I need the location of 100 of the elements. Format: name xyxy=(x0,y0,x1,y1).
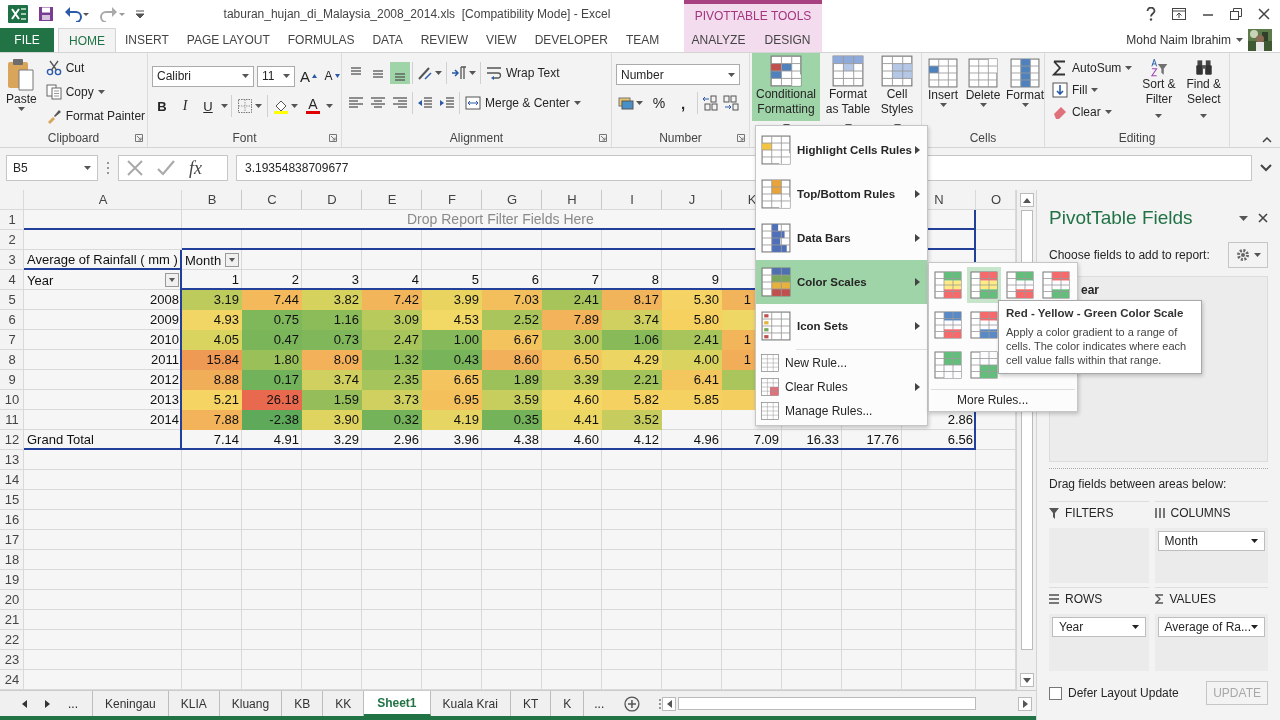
menu-item[interactable]: Clear Rules xyxy=(756,375,927,399)
column-header[interactable]: C xyxy=(242,190,302,210)
checkbox[interactable] xyxy=(1049,686,1062,700)
underline-button[interactable]: U xyxy=(198,95,218,117)
cancel-icon[interactable] xyxy=(127,160,143,176)
column-header[interactable]: O xyxy=(976,190,1016,210)
row-header[interactable]: 16 xyxy=(0,510,24,530)
decrease-decimal-icon[interactable] xyxy=(723,95,740,111)
field-dropdown[interactable]: Month xyxy=(1157,531,1265,551)
decrease-font-size-button[interactable]: A xyxy=(322,65,342,87)
align-right-icon[interactable] xyxy=(392,95,408,111)
row-header[interactable]: 2 xyxy=(0,230,24,250)
color-scale-option[interactable] xyxy=(967,267,1001,303)
field-drop-area[interactable]: Year xyxy=(1049,614,1149,671)
field-drop-area[interactable]: Average of Ra... xyxy=(1154,614,1268,671)
dialog-launcher-icon[interactable] xyxy=(329,134,337,142)
row-header[interactable]: 13 xyxy=(0,450,24,470)
row-header[interactable]: 9 xyxy=(0,370,24,390)
row-header[interactable]: 6 xyxy=(0,310,24,330)
user-name[interactable]: Mohd Naim Ibrahim xyxy=(1126,33,1231,47)
cells-button[interactable]: Delete xyxy=(964,56,1002,124)
clear-button[interactable]: Clear xyxy=(1049,102,1136,122)
paste-button[interactable]: Paste xyxy=(4,56,39,124)
row-header[interactable]: 4 xyxy=(0,270,24,290)
save-icon[interactable] xyxy=(38,6,54,22)
merge-center-button[interactable]: Merge & Center xyxy=(462,93,584,113)
wrap-text-icon[interactable] xyxy=(486,65,502,81)
fill-button[interactable]: Fill xyxy=(1049,80,1136,100)
sigma-icon[interactable] xyxy=(1052,60,1068,76)
comma-style-button[interactable]: , xyxy=(673,92,693,114)
sort-filter-button[interactable]: Sort & Filter xyxy=(1139,56,1179,124)
row-header[interactable]: 10 xyxy=(0,390,24,410)
ribbon-tab[interactable]: REVIEW xyxy=(411,28,477,52)
ribbon-tab[interactable]: INSERT xyxy=(116,28,178,52)
column-header[interactable]: J xyxy=(662,190,722,210)
cells-button[interactable]: Format xyxy=(1006,56,1044,124)
row-header[interactable]: 3 xyxy=(0,250,24,270)
ribbon-tab[interactable]: VIEW xyxy=(477,28,526,52)
sheet-tab[interactable]: KLIA xyxy=(168,691,220,716)
scroll-down-button[interactable] xyxy=(1019,673,1034,687)
cut-button[interactable]: Cut xyxy=(42,58,149,78)
menu-item[interactable]: Color Scales xyxy=(756,260,927,304)
field-drop-area[interactable]: Month xyxy=(1154,528,1268,583)
filter-dropdown-icon[interactable] xyxy=(165,273,179,287)
font-color-button[interactable]: A xyxy=(303,95,323,117)
bold-button[interactable]: B xyxy=(152,95,172,117)
ribbon-tab[interactable]: TEAM xyxy=(617,28,669,52)
row-header[interactable]: 11 xyxy=(0,410,24,430)
field-item[interactable]: ear xyxy=(1081,283,1100,297)
ribbon-tab[interactable]: FILE xyxy=(0,28,54,52)
row-header[interactable]: 20 xyxy=(0,590,24,610)
row-header[interactable]: 14 xyxy=(0,470,24,490)
previous-sheet-icon[interactable] xyxy=(22,699,27,708)
sheet-tab[interactable]: Kluang xyxy=(219,691,283,716)
cells-button[interactable]: Insert xyxy=(926,56,960,124)
more-sheets-button[interactable]: ... xyxy=(68,696,78,711)
dialog-launcher-icon[interactable] xyxy=(599,134,607,142)
column-header[interactable]: G xyxy=(482,190,542,210)
row-header[interactable]: 7 xyxy=(0,330,24,350)
find-select-button[interactable]: Find & Select xyxy=(1182,56,1225,124)
add-sheet-icon[interactable] xyxy=(624,695,641,712)
sheet-tab[interactable]: KT xyxy=(510,691,552,716)
close-icon[interactable] xyxy=(1258,8,1270,20)
row-header[interactable]: 1 xyxy=(0,210,24,230)
align-center-icon[interactable] xyxy=(370,95,386,111)
caret-icon[interactable] xyxy=(1239,215,1248,221)
checkmark-icon[interactable] xyxy=(157,160,175,176)
column-header[interactable]: E xyxy=(362,190,422,210)
eraser-icon[interactable] xyxy=(1052,104,1068,120)
filter-dropdown-icon[interactable] xyxy=(225,253,240,267)
increase-decimal-icon[interactable] xyxy=(702,95,719,111)
redo-icon[interactable] xyxy=(100,6,126,22)
accounting-format-icon[interactable] xyxy=(618,95,634,111)
customize-toolbar-icon[interactable] xyxy=(136,9,144,19)
fill-down-icon[interactable] xyxy=(1052,82,1068,98)
scroll-up-button[interactable] xyxy=(1019,193,1034,207)
font-name-dropdown[interactable]: Calibri xyxy=(152,65,254,87)
field-dropdown[interactable]: Average of Ra... xyxy=(1157,617,1265,637)
paragraph-direction-icon[interactable] xyxy=(451,65,467,81)
sheet-tab[interactable]: Sheet1 xyxy=(364,691,431,716)
column-header[interactable]: H xyxy=(542,190,602,210)
expand-formula-bar-icon[interactable] xyxy=(1260,164,1272,172)
row-header[interactable]: 22 xyxy=(0,630,24,650)
column-header[interactable]: D xyxy=(302,190,362,210)
decrease-indent-icon[interactable] xyxy=(417,95,433,111)
row-header[interactable]: 23 xyxy=(0,650,24,670)
ribbon-display-options-icon[interactable] xyxy=(1172,8,1186,20)
restore-icon[interactable] xyxy=(1230,8,1242,20)
row-header[interactable]: 15 xyxy=(0,490,24,510)
sheet-tab[interactable]: Keningau xyxy=(93,691,169,716)
collapse-ribbon-icon[interactable] xyxy=(1262,137,1272,143)
scrollbar-thumb[interactable] xyxy=(678,697,976,710)
text-orientation-icon[interactable] xyxy=(417,65,433,81)
column-header[interactable]: A xyxy=(24,190,182,210)
ribbon-tab[interactable]: DATA xyxy=(363,28,412,52)
row-header[interactable]: 8 xyxy=(0,350,24,370)
next-sheet-icon[interactable] xyxy=(45,699,50,708)
more-sheets-button[interactable]: ... xyxy=(584,691,615,716)
number-format-dropdown[interactable]: Number xyxy=(616,64,740,85)
row-header[interactable]: 19 xyxy=(0,570,24,590)
